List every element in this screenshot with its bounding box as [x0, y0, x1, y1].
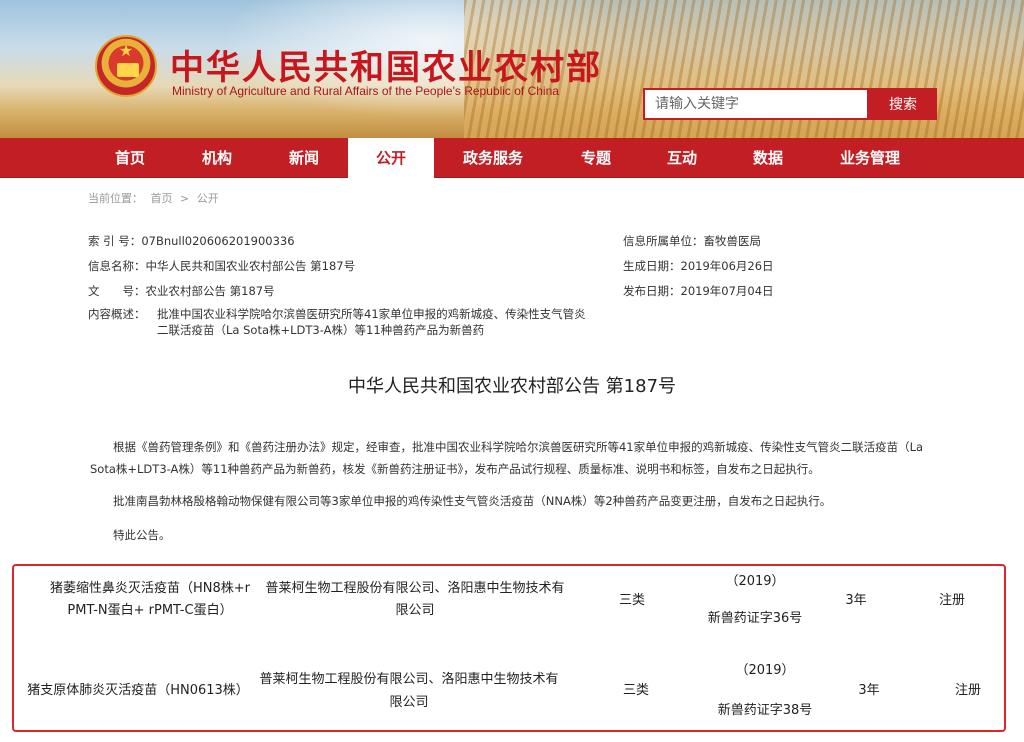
site-title[interactable]: 中华人民共和国农业农村部	[170, 40, 602, 89]
nav-item-news[interactable]: 新闻	[262, 138, 346, 178]
meta-published-label: 发布日期：	[623, 284, 681, 298]
nav-item-public[interactable]: 公开	[348, 138, 434, 178]
row1-category: 三类	[618, 593, 645, 608]
nav-item-home[interactable]: 首页	[88, 138, 172, 178]
main-nav: 首页 机构 新闻 公开 政务服务 专题 互动 数据 业务管理	[0, 138, 1024, 178]
nav-item-topics[interactable]: 专题	[554, 138, 638, 178]
meta-doc-value: 农业农村部公告 第187号	[145, 284, 275, 298]
header-banner: ★ 中华人民共和国农业农村部 Ministry of Agriculture a…	[0, 0, 1024, 138]
breadcrumb-current-link[interactable]: 公开	[197, 192, 219, 205]
meta-unit: 信息所属单位：畜牧兽医局	[623, 233, 761, 249]
meta-index: 索 引 号：07Bnull020606201900336	[88, 233, 295, 249]
meta-index-value: 07Bnull020606201900336	[141, 234, 295, 248]
meta-summary-label: 内容概述：	[88, 307, 146, 321]
row2-cert-year: （2019）	[735, 663, 795, 678]
row2-company-line1: 普莱柯生物工程股份有限公司、洛阳惠中生物技术有	[259, 672, 559, 687]
meta-index-label: 索 引 号：	[88, 234, 142, 248]
nav-item-services[interactable]: 政务服务	[447, 138, 539, 178]
breadcrumb-separator: >	[180, 192, 190, 205]
meta-name-label: 信息名称：	[88, 259, 146, 273]
row1-company-line2: 限公司	[395, 603, 435, 618]
meta-published-value: 2019年07月04日	[680, 284, 774, 298]
row2-category: 三类	[622, 683, 649, 698]
row1-cert-number: 新兽药证字36号	[707, 611, 803, 626]
meta-created-label: 生成日期：	[623, 259, 681, 273]
row1-type: 注册	[938, 593, 965, 608]
nav-item-organization[interactable]: 机构	[175, 138, 259, 178]
row2-company-line2: 限公司	[389, 695, 429, 710]
article-paragraph-1: 根据《兽药管理条例》和《兽药注册办法》规定，经审查，批准中国农业科学院哈尔滨兽医…	[90, 440, 924, 476]
meta-name: 信息名称：中华人民共和国农业农村部公告 第187号	[88, 258, 355, 274]
nav-item-business[interactable]: 业务管理	[824, 138, 916, 178]
article-paragraph-3: 特此公告。	[113, 528, 171, 542]
row1-cert-year: （2019）	[725, 574, 785, 589]
meta-unit-value: 畜牧兽医局	[703, 234, 762, 248]
nav-item-data[interactable]: 数据	[726, 138, 810, 178]
article-paragraph-2: 批准南昌勃林格殷格翰动物保健有限公司等3家单位申报的鸡传染性支气管炎活疫苗（NN…	[113, 494, 832, 508]
row2-period: 3年	[858, 683, 880, 698]
row1-product-name-line1: 猪萎缩性鼻炎灭活疫苗（HN8株+r	[49, 581, 250, 596]
row1-company-line1: 普莱柯生物工程股份有限公司、洛阳惠中生物技术有	[265, 581, 565, 596]
search-button[interactable]: 搜索	[869, 88, 937, 120]
row2-type: 注册	[954, 683, 981, 698]
meta-doc-label: 文 号：	[88, 284, 146, 298]
row2-cert-number: 新兽药证字38号	[717, 703, 813, 718]
breadcrumb-home-link[interactable]: 首页	[151, 192, 173, 205]
row1-product-name-line2: PMT-N蛋白+ rPMT-C蛋白）	[67, 603, 233, 618]
meta-summary-value: 批准中国农业科学院哈尔滨兽医研究所等41家单位申报的鸡新城疫、传染性支气管炎二联…	[157, 307, 586, 337]
meta-created: 生成日期：2019年06月26日	[623, 258, 774, 274]
nav-item-interaction[interactable]: 互动	[640, 138, 724, 178]
breadcrumb: 当前位置： 首页 > 公开	[88, 190, 223, 206]
meta-created-value: 2019年06月26日	[680, 259, 774, 273]
row1-period: 3年	[845, 593, 867, 608]
search-input[interactable]	[643, 88, 869, 120]
meta-doc-number: 文 号：农业农村部公告 第187号	[88, 283, 275, 299]
article-title: 中华人民共和国农业农村部公告 第187号	[347, 376, 677, 397]
meta-name-value: 中华人民共和国农业农村部公告 第187号	[145, 259, 356, 273]
breadcrumb-prefix: 当前位置：	[88, 192, 143, 205]
site-subtitle: Ministry of Agriculture and Rural Affair…	[172, 84, 559, 98]
row2-product-name: 猪支原体肺炎灭活疫苗（HN0613株）	[27, 683, 249, 698]
national-emblem-icon: ★	[95, 35, 157, 97]
meta-published: 发布日期：2019年07月04日	[623, 283, 774, 299]
meta-unit-label: 信息所属单位：	[623, 234, 704, 248]
